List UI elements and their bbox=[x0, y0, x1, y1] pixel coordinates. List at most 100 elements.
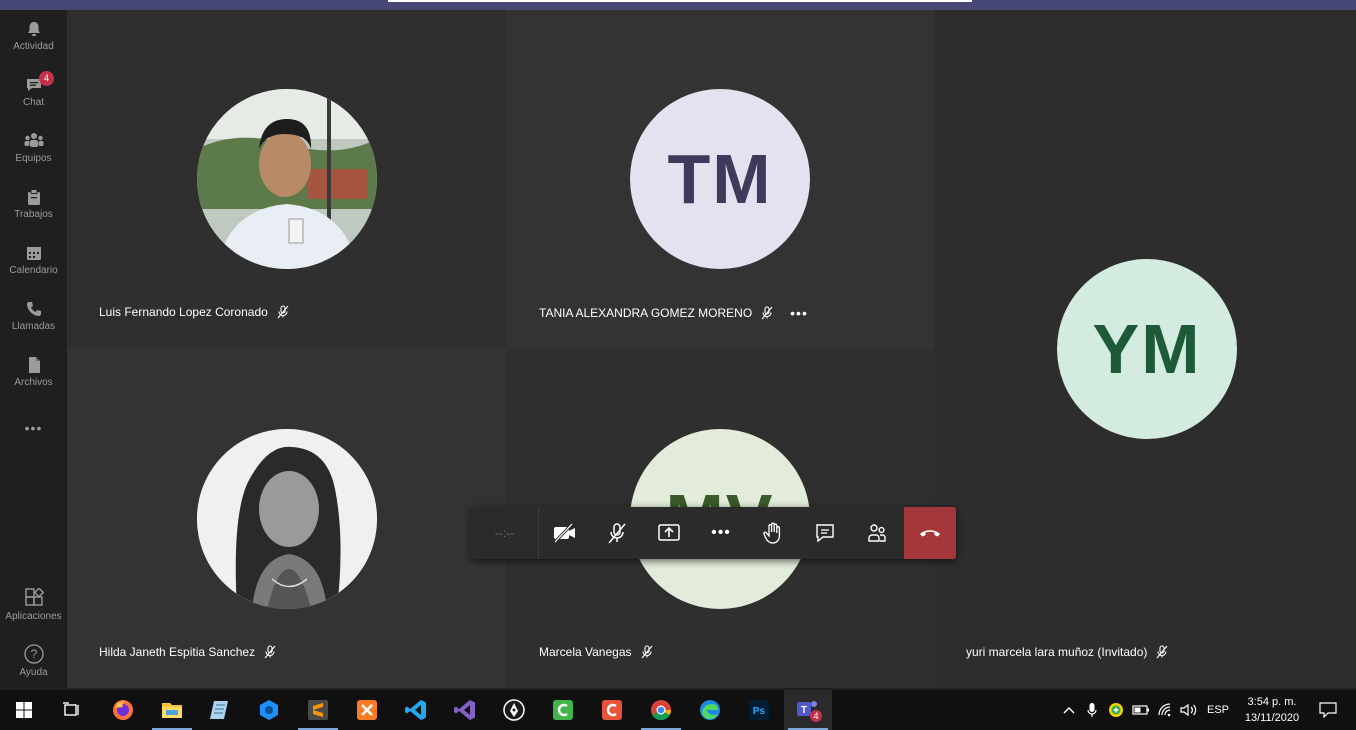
volume-icon bbox=[1180, 703, 1197, 717]
edge-icon bbox=[700, 700, 720, 720]
tray-input-language[interactable]: ESP bbox=[1203, 690, 1233, 730]
rail-item-label: Chat bbox=[22, 97, 45, 108]
visual-studio-icon bbox=[454, 700, 475, 720]
participant-name: Luis Fernando Lopez Coronado bbox=[99, 305, 290, 319]
show-hidden-icons-button[interactable] bbox=[1058, 690, 1080, 730]
clock-time: 3:54 p. m. bbox=[1247, 696, 1297, 708]
participant-tile[interactable]: YM yuri marcela lara muñoz (Invitado) bbox=[934, 10, 1356, 688]
taskbar-chrome[interactable] bbox=[637, 690, 685, 730]
taskbar-file-explorer[interactable] bbox=[148, 690, 196, 730]
svg-text:Ps: Ps bbox=[753, 706, 766, 717]
calendar-icon bbox=[26, 247, 41, 260]
show-conversation-button[interactable] bbox=[799, 507, 851, 559]
help-icon: ? bbox=[23, 644, 44, 664]
rail-more-button[interactable]: ••• bbox=[0, 420, 67, 436]
rail-item-calls[interactable]: Llamadas bbox=[0, 300, 67, 332]
taskbar-xampp[interactable] bbox=[343, 690, 391, 730]
participants-icon bbox=[868, 524, 886, 542]
participant-name-text: Marcela Vanegas bbox=[539, 645, 632, 659]
taskbar-edge-legacy[interactable] bbox=[245, 690, 293, 730]
rail-item-assignments[interactable]: Trabajos bbox=[0, 188, 67, 220]
taskbar-sublime-text[interactable] bbox=[294, 690, 342, 730]
taskbar-camtasia[interactable] bbox=[539, 690, 587, 730]
tray-volume[interactable] bbox=[1178, 690, 1200, 730]
svg-text:?: ? bbox=[30, 647, 37, 661]
participant-tile[interactable]: Luis Fernando Lopez Coronado bbox=[67, 10, 506, 349]
files-icon bbox=[28, 357, 40, 373]
call-controls: --:-- ••• bbox=[471, 507, 956, 559]
rail-item-label: Aplicaciones bbox=[5, 611, 62, 622]
share-screen-button[interactable] bbox=[643, 507, 695, 559]
participant-photo bbox=[197, 429, 377, 609]
camera-toggle-button[interactable] bbox=[539, 507, 591, 559]
rail-item-help[interactable]: ? Ayuda bbox=[0, 644, 67, 678]
taskbar-visual-studio[interactable] bbox=[441, 690, 489, 730]
battery-icon bbox=[1132, 705, 1149, 715]
more-actions-button[interactable]: ••• bbox=[695, 507, 747, 559]
taskbar-firefox[interactable] bbox=[99, 690, 147, 730]
mic-off-icon bbox=[761, 306, 773, 320]
participant-tile[interactable]: TM TANIA ALEXANDRA GOMEZ MORENO ••• bbox=[506, 10, 934, 349]
rail-item-files[interactable]: Archivos bbox=[0, 356, 67, 388]
action-center-button[interactable] bbox=[1312, 690, 1344, 730]
participant-name-text: Hilda Janeth Espitia Sanchez bbox=[99, 645, 256, 659]
firefox-icon bbox=[113, 700, 133, 720]
mic-off-icon bbox=[264, 645, 276, 659]
participant-name-text: Luis Fernando Lopez Coronado bbox=[99, 305, 268, 319]
participant-tile[interactable]: Hilda Janeth Espitia Sanchez bbox=[67, 349, 506, 688]
rail-item-apps[interactable]: Aplicaciones bbox=[0, 588, 67, 622]
sublime-text-icon bbox=[308, 700, 328, 720]
notepad-icon bbox=[210, 701, 228, 719]
start-button[interactable] bbox=[0, 690, 48, 730]
search-bar[interactable] bbox=[388, 0, 972, 2]
call-timer: --:-- bbox=[471, 507, 539, 559]
svg-text:T: T bbox=[801, 705, 807, 716]
rail-item-label: Archivos bbox=[14, 377, 53, 388]
raise-hand-button[interactable] bbox=[747, 507, 799, 559]
tray-app-status[interactable] bbox=[1105, 690, 1127, 730]
mic-off-icon bbox=[1156, 645, 1168, 659]
task-view-button[interactable] bbox=[48, 690, 96, 730]
participant-name: Hilda Janeth Espitia Sanchez bbox=[99, 645, 277, 659]
teams-icon bbox=[24, 133, 43, 147]
rail-item-activity[interactable]: Actividad bbox=[0, 20, 67, 52]
avatar bbox=[197, 89, 377, 269]
rail-item-label: Trabajos bbox=[14, 209, 53, 220]
taskbar-notes-app[interactable] bbox=[196, 690, 244, 730]
app-rail: Actividad 4 Chat Equipos Trabajos Calend… bbox=[0, 10, 67, 688]
mic-off-icon bbox=[641, 645, 652, 659]
show-participants-button[interactable] bbox=[851, 507, 903, 559]
bell-icon bbox=[27, 22, 40, 36]
tray-battery[interactable] bbox=[1130, 690, 1152, 730]
rail-item-teams[interactable]: Equipos bbox=[0, 132, 67, 164]
hang-up-button[interactable] bbox=[904, 507, 956, 559]
taskbar-teams[interactable]: T 4 bbox=[784, 690, 832, 730]
conversation-icon bbox=[816, 524, 834, 543]
tray-network[interactable] bbox=[1155, 690, 1177, 730]
avatar-initials: YM bbox=[1092, 310, 1202, 388]
assignments-icon bbox=[27, 189, 40, 205]
mic-off-icon bbox=[608, 523, 626, 544]
rail-item-calendar[interactable]: Calendario bbox=[0, 244, 67, 276]
phone-icon bbox=[26, 302, 41, 316]
tray-microphone[interactable] bbox=[1082, 690, 1102, 730]
rail-item-chat[interactable]: 4 Chat bbox=[0, 71, 67, 108]
wifi-icon bbox=[1158, 703, 1171, 717]
rail-item-label: Actividad bbox=[13, 41, 54, 52]
participant-name-text: yuri marcela lara muñoz (Invitado) bbox=[966, 645, 1148, 659]
taskbar-git-app[interactable] bbox=[490, 690, 538, 730]
mic-toggle-button[interactable] bbox=[591, 507, 643, 559]
avatar: YM bbox=[1057, 259, 1237, 439]
participant-name: yuri marcela lara muñoz (Invitado) bbox=[966, 645, 1169, 659]
taskbar-vscode[interactable] bbox=[392, 690, 440, 730]
participant-photo bbox=[197, 89, 377, 269]
avatar: TM bbox=[630, 89, 810, 269]
tray-clock[interactable]: 3:54 p. m. 13/11/2020 bbox=[1236, 690, 1308, 730]
taskbar-recorder[interactable] bbox=[588, 690, 636, 730]
more-options-button[interactable]: ••• bbox=[790, 305, 808, 321]
task-view-icon bbox=[63, 702, 79, 716]
taskbar-edge[interactable] bbox=[686, 690, 734, 730]
xampp-icon bbox=[357, 700, 377, 720]
avatar-initials: TM bbox=[667, 140, 773, 218]
taskbar-photoshop[interactable]: Ps bbox=[735, 690, 783, 730]
